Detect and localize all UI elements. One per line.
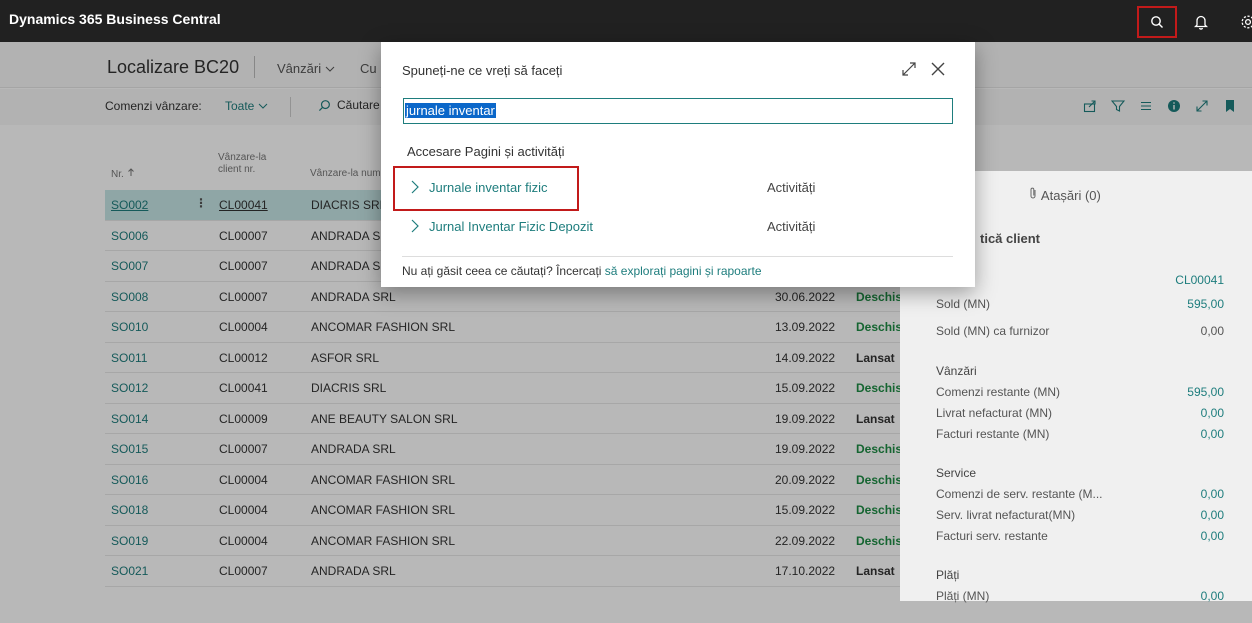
factbox-row-value[interactable]: 0,00	[1201, 487, 1224, 501]
factbox-section-service: Service	[936, 466, 977, 480]
factbox-row-value[interactable]: 0,00	[1201, 427, 1224, 441]
factbox-row: Facturi serv. restante 0,00	[936, 529, 1224, 543]
factbox-row-value[interactable]: 0,00	[1201, 589, 1224, 603]
settings-button[interactable]	[1228, 6, 1252, 38]
search-input[interactable]: jurnale inventar	[403, 98, 953, 124]
factbox-title: tică client	[980, 231, 1040, 246]
expand-icon	[902, 62, 916, 76]
factbox-row: Livrat nefacturat (MN) 0,00	[936, 406, 1224, 420]
search-icon	[1151, 16, 1163, 28]
result-item-jurnal-inventar-fizic-depozit[interactable]: Jurnal Inventar Fizic Depozit Activități	[402, 208, 955, 246]
notifications-button[interactable]	[1181, 6, 1221, 38]
tab-attachments[interactable]: Atașări (0)	[1028, 187, 1101, 203]
factbox-row-client: nt CL00041	[936, 273, 1224, 287]
factbox-row-value: 0,00	[1200, 324, 1224, 338]
results-section-title: Accesare Pagini și activități	[407, 144, 565, 159]
factbox-row-label: Facturi restante (MN)	[936, 427, 1050, 441]
factbox-row: Comenzi restante (MN) 595,00	[936, 385, 1224, 399]
factbox-row-label: Livrat nefacturat (MN)	[936, 406, 1053, 420]
result-item-label: Jurnal Inventar Fizic Depozit	[429, 219, 594, 234]
dialog-footer: Nu ați găsit ceea ce căutați? Încercați …	[402, 264, 762, 278]
dialog-divider	[402, 256, 953, 257]
factbox-row-label: Comenzi de serv. restante (M...	[936, 487, 1103, 501]
factbox-row-label: Serv. livrat nefacturat(MN)	[936, 508, 1076, 522]
dialog-title: Spuneți-ne ce vreți să faceți	[402, 63, 563, 78]
result-item-category: Activități	[767, 180, 816, 195]
factbox-row: Sold (MN) 595,00	[936, 297, 1224, 311]
bell-icon	[1194, 15, 1208, 30]
app-title[interactable]: Dynamics 365 Business Central	[9, 11, 221, 27]
factbox-row-value[interactable]: 0,00	[1201, 406, 1224, 420]
factbox-row-value[interactable]: 0,00	[1201, 529, 1224, 543]
paperclip-icon	[1030, 187, 1036, 199]
close-icon	[931, 62, 945, 76]
close-dialog-button[interactable]	[930, 61, 948, 79]
tell-me-dialog: Spuneți-ne ce vreți să faceți jurnale in…	[381, 42, 975, 287]
result-item-category: Activități	[767, 219, 816, 234]
factbox-row-label: Sold (MN) ca furnizor	[936, 324, 1050, 338]
factbox-section-sales: Vânzări	[936, 364, 977, 378]
factbox-row-label: Comenzi restante (MN)	[936, 385, 1061, 399]
search-button[interactable]	[1137, 6, 1177, 38]
top-bar: Dynamics 365 Business Central	[0, 0, 1252, 42]
factbox-row: Comenzi de serv. restante (M... 0,00	[936, 487, 1224, 501]
factbox-row-value[interactable]: 0,00	[1201, 508, 1224, 522]
highlight-box	[393, 166, 579, 211]
factbox-row: Serv. livrat nefacturat(MN) 0,00	[936, 508, 1224, 522]
factbox-row-value[interactable]: 595,00	[1187, 385, 1224, 399]
factbox-section-payments: Plăți	[936, 568, 960, 582]
factbox-row: Facturi restante (MN) 0,00	[936, 427, 1224, 441]
factbox-client-value[interactable]: CL00041	[1175, 273, 1224, 287]
explore-pages-link[interactable]: să explorați pagini și rapoarte	[605, 264, 762, 278]
tab-attachments-label: Atașări (0)	[1040, 188, 1101, 203]
factbox-row: Sold (MN) ca furnizor 0,00	[936, 324, 1224, 338]
footer-text: Nu ați găsit ceea ce căutați? Încercați	[402, 264, 605, 278]
expand-dialog-button[interactable]	[901, 61, 919, 79]
chevron-right-icon	[411, 219, 419, 233]
gear-icon	[1241, 15, 1252, 29]
factbox-row: Plăți (MN) 0,00	[936, 589, 1224, 603]
factbox-row-label: Facturi serv. restante	[936, 529, 1048, 543]
factbox-row-label: Plăți (MN)	[936, 589, 990, 603]
search-input-value: jurnale inventar	[405, 103, 496, 118]
factbox-row-label: Sold (MN)	[936, 297, 991, 311]
factbox-row-value[interactable]: 595,00	[1187, 297, 1224, 311]
